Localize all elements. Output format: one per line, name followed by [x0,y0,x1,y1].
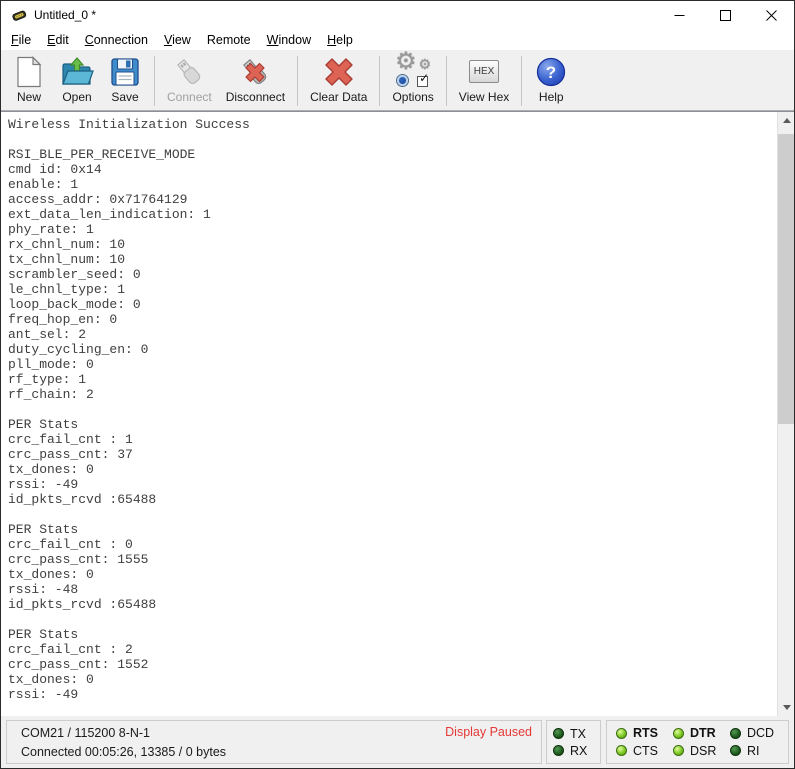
led-dtr: DTR [673,726,722,740]
app-window: Untitled_0 * FileEditConnectionViewRemot… [0,0,795,769]
dtr-led-indicator [673,728,684,739]
hex-button-icon: HEX [467,55,501,89]
toolbar: New Open [1,51,794,111]
toolbar-separator [297,56,298,106]
dsr-led-label: DSR [690,744,716,758]
scrollbar-thumb[interactable] [778,134,794,424]
save-floppy-icon [108,55,142,89]
toolbar-separator [379,56,380,106]
menu-item-window[interactable]: Window [259,30,319,50]
led-cts: CTS [616,744,665,758]
tx-led-indicator [553,728,564,739]
menu-item-edit[interactable]: Edit [39,30,77,50]
scroll-up-arrow[interactable] [778,112,794,129]
open-folder-icon [60,55,94,89]
signal-led-panel: RTS CTS DTR DSR DCD RI [606,720,789,764]
usb-plug-disconnect-icon [238,55,272,89]
connect-button[interactable]: Connect [160,53,219,109]
menu-item-help[interactable]: Help [319,30,361,50]
display-paused-text: Display Paused [445,725,532,739]
minimize-button[interactable] [656,1,702,29]
title-bar: Untitled_0 * [1,1,794,29]
terminal-text: Wireless Initialization Success RSI_BLE_… [1,112,794,702]
options-gears-icon: ⚙ ⚙ ✓ [396,55,430,89]
view-hex-button[interactable]: HEX View Hex [452,53,516,109]
close-button[interactable] [748,1,794,29]
led-dsr: DSR [673,744,722,758]
dsr-led-indicator [673,745,684,756]
help-question-icon: ? [534,55,568,89]
window-controls [656,1,794,29]
help-button[interactable]: ? Help [527,53,575,109]
maximize-button[interactable] [702,1,748,29]
txrx-led-panel: TX RX [546,720,601,764]
led-rx: RX [553,744,594,758]
radio-icon [397,75,408,86]
terminal-output-area[interactable]: Wireless Initialization Success RSI_BLE_… [1,111,794,716]
options-button[interactable]: ⚙ ⚙ ✓ Options [385,53,440,109]
cts-led-label: CTS [633,744,658,758]
window-title: Untitled_0 * [34,8,96,22]
vertical-scrollbar[interactable] [777,112,794,716]
led-dcd: DCD [730,726,779,740]
rts-led-label: RTS [633,726,658,740]
menu-item-view[interactable]: View [156,30,199,50]
new-button[interactable]: New [5,53,53,109]
dcd-led-label: DCD [747,726,774,740]
connection-status-panel: COM21 / 115200 8-N-1 Connected 00:05:26,… [6,720,542,764]
svg-text:?: ? [546,63,556,82]
dcd-led-indicator [730,728,741,739]
red-x-icon [322,55,356,89]
scroll-down-arrow[interactable] [778,699,794,716]
menu-item-file[interactable]: File [3,30,39,50]
open-button[interactable]: Open [53,53,101,109]
status-bar: COM21 / 115200 8-N-1 Connected 00:05:26,… [1,716,794,768]
usb-plug-icon [172,55,206,89]
led-rts: RTS [616,726,665,740]
toolbar-separator [154,56,155,106]
rts-led-indicator [616,728,627,739]
tx-led-label: TX [570,727,586,741]
toolbar-separator [521,56,522,106]
led-tx: TX [553,727,594,741]
ri-led-indicator [730,745,741,756]
serial-connector-icon [11,7,27,23]
save-button[interactable]: Save [101,53,149,109]
connection-info-text: Connected 00:05:26, 13385 / 0 bytes [21,743,533,762]
disconnect-button[interactable]: Disconnect [219,53,292,109]
menu-item-remote[interactable]: Remote [199,30,259,50]
clear-data-button[interactable]: Clear Data [303,53,374,109]
led-ri: RI [730,744,779,758]
rx-led-label: RX [570,744,587,758]
rx-led-indicator [553,745,564,756]
dtr-led-label: DTR [690,726,716,740]
cts-led-indicator [616,745,627,756]
ri-led-label: RI [747,744,760,758]
checkbox-icon: ✓ [417,76,428,87]
toolbar-separator [446,56,447,106]
menu-item-connection[interactable]: Connection [77,30,156,50]
new-file-icon [12,55,46,89]
